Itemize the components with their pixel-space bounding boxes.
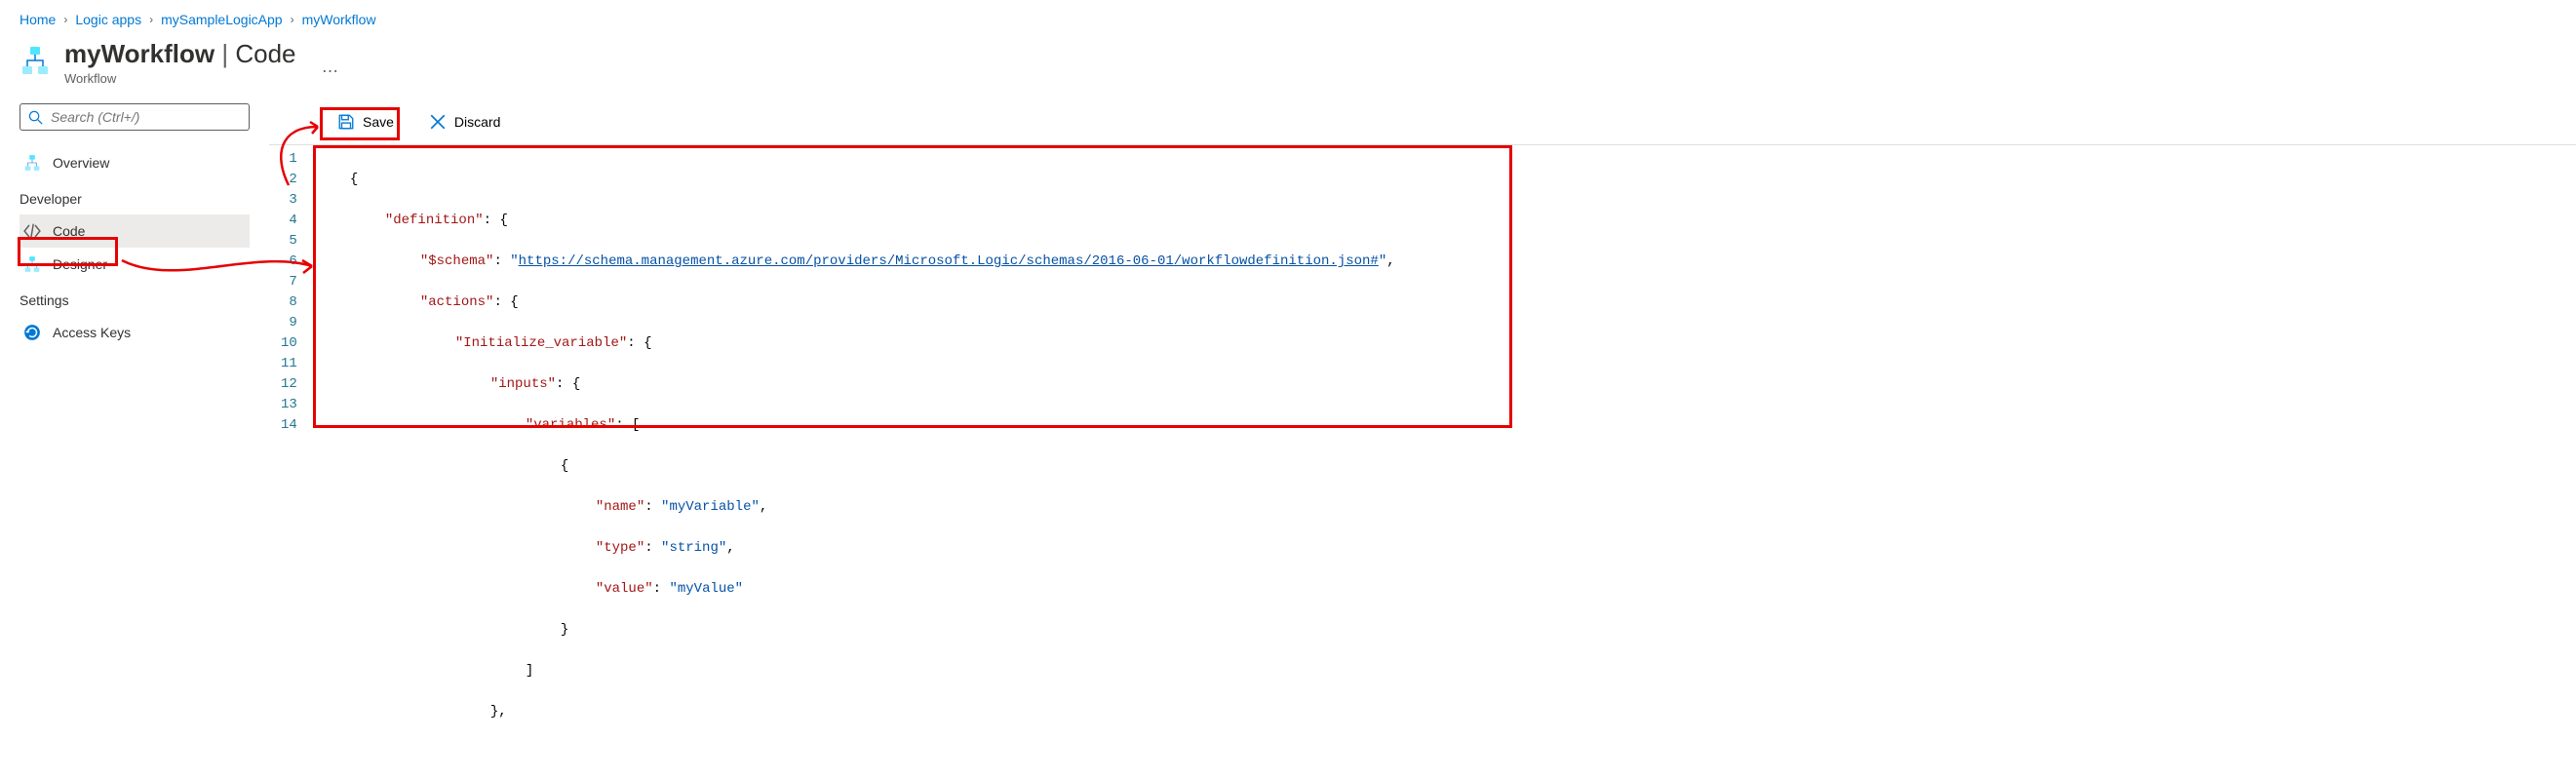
search-icon [28,110,43,125]
chevron-right-icon: › [149,13,153,26]
save-label: Save [363,114,394,130]
line-gutter: 1 2 3 4 5 6 7 8 9 10 11 12 13 14 [269,145,315,767]
breadcrumb-app[interactable]: mySampleLogicApp [161,12,283,27]
page-title: myWorkflow | Code [64,39,296,68]
code-icon [23,222,41,240]
more-button[interactable]: … [310,53,351,81]
chevron-right-icon: › [63,13,67,26]
chevron-right-icon: › [291,13,294,26]
search-field[interactable] [51,109,241,125]
breadcrumb: Home › Logic apps › mySampleLogicApp › m… [0,0,2576,31]
nav-label: Overview [53,155,109,171]
nav-label: Designer [53,256,107,272]
workflow-icon [23,154,41,172]
refresh-icon [23,324,41,341]
close-icon [429,113,447,131]
discard-label: Discard [454,114,500,130]
sidebar: Overview Developer Code Designer Setting… [0,103,269,767]
page-subtitle: Workflow [64,71,296,86]
code-editor[interactable]: 1 2 3 4 5 6 7 8 9 10 11 12 13 14 { "defi… [269,144,2576,767]
nav-access-keys[interactable]: Access Keys [20,316,250,349]
nav-label: Code [53,223,85,239]
breadcrumb-home[interactable]: Home [20,12,56,27]
code-content[interactable]: { "definition": { "$schema": "https://sc… [315,145,1395,767]
discard-button[interactable]: Discard [419,109,510,135]
nav-code[interactable]: Code [20,214,250,248]
workflow-icon [23,255,41,273]
breadcrumb-workflow[interactable]: myWorkflow [302,12,376,27]
nav-group-settings: Settings [20,292,250,308]
nav-group-developer: Developer [20,191,250,207]
save-button[interactable]: Save [328,109,404,135]
nav-designer[interactable]: Designer [20,248,250,281]
page-header: myWorkflow | Code Workflow … [0,31,2576,103]
nav-overview[interactable]: Overview [20,146,250,179]
main-pane: Save Discard 1 2 3 4 5 6 7 8 9 10 [269,103,2576,767]
search-input[interactable] [20,103,250,131]
save-icon [337,113,355,131]
nav-label: Access Keys [53,325,131,340]
breadcrumb-logicapps[interactable]: Logic apps [75,12,141,27]
workflow-icon [20,45,51,76]
toolbar: Save Discard [269,103,2576,144]
